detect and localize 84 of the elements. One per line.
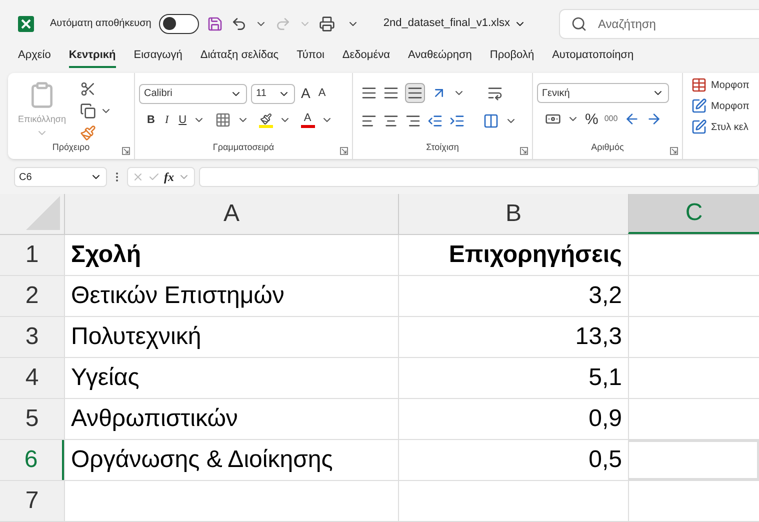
row-header[interactable]: 4 [0, 358, 64, 398]
table-cell-text: Πολυτεχνική [71, 322, 202, 352]
comma-style-button[interactable]: 000 [604, 113, 618, 126]
dialog-launcher-icon[interactable] [340, 146, 348, 155]
table-cell-text: Θετικών Επιστημών [71, 281, 284, 311]
align-middle-icon[interactable] [383, 85, 399, 102]
row-header[interactable]: 6 [0, 440, 64, 480]
underline-button[interactable]: U [178, 112, 187, 129]
search-field[interactable]: Αναζήτηση [559, 8, 759, 39]
group-label: Αριθμός [591, 141, 624, 154]
menu-tab[interactable]: Κεντρική [68, 46, 116, 68]
row-header[interactable]: 2 [0, 276, 64, 316]
table-cell-text: 0,9 [588, 404, 622, 434]
cut-icon[interactable] [80, 81, 96, 98]
menu-tab[interactable]: Αναθεώρηση [408, 46, 472, 68]
font-color-button[interactable]: A [300, 112, 315, 128]
group-label: Γραμματοσειρά [212, 141, 274, 154]
table-cell-text: Ανθρωπιστικών [71, 404, 238, 434]
merge-center-icon[interactable] [483, 113, 499, 130]
edit-icon [691, 119, 707, 136]
wrap-text-icon[interactable] [487, 85, 503, 102]
dialog-launcher-icon[interactable] [520, 146, 528, 155]
table-cell-text: Σχολή [71, 240, 142, 270]
shrink-font-button[interactable]: A [316, 85, 328, 102]
italic-button[interactable]: I [160, 112, 173, 129]
group-label: Στοίχιση [426, 141, 459, 154]
save-icon[interactable] [207, 16, 224, 32]
borders-icon[interactable] [214, 112, 231, 128]
align-center-icon[interactable] [383, 113, 399, 130]
dialog-launcher-icon[interactable] [122, 146, 130, 155]
formula-input[interactable] [199, 167, 759, 188]
search-icon [571, 16, 587, 32]
align-top-icon[interactable] [361, 85, 377, 102]
table-cell-text: Οργάνωσης & Διοίκησης [71, 445, 333, 475]
table-cell-text: Επιχορηγήσεις [448, 240, 622, 270]
decrease-decimal-icon[interactable] [646, 111, 662, 128]
edit-icon [691, 98, 707, 114]
menu-tab[interactable]: Εισαγωγή [134, 46, 182, 68]
number-format-dropdown[interactable]: Γενική [537, 83, 669, 104]
table-cell-text: Υγείας [71, 363, 140, 393]
table-cell-text: 13,3 [575, 322, 622, 352]
increase-decimal-icon[interactable] [624, 111, 640, 128]
row-header[interactable]: 7 [0, 481, 64, 521]
print-preview-icon[interactable] [319, 16, 336, 32]
font-name-dropdown[interactable]: Calibri [139, 84, 247, 104]
align-bottom-button[interactable] [405, 83, 425, 104]
table-cell-text: 0,5 [588, 445, 622, 475]
file-name-button[interactable]: 2nd_dataset_final_v1.xlsx [383, 15, 526, 32]
row-header[interactable]: 5 [0, 399, 64, 439]
copy-icon[interactable] [80, 103, 96, 120]
format-painter-icon[interactable] [80, 125, 96, 142]
undo-icon[interactable] [231, 16, 248, 32]
table-icon [691, 77, 707, 94]
insert-function-button[interactable]: fx [164, 168, 174, 186]
autosave-label: Αυτόματη αποθήκευση [50, 17, 152, 32]
increase-indent-icon[interactable] [449, 113, 465, 130]
menu-tab[interactable]: Αρχείο [18, 46, 51, 68]
row-header[interactable]: 3 [0, 317, 64, 357]
menu-tab[interactable]: Δεδομένα [342, 46, 390, 68]
menu-tab[interactable]: Προβολή [490, 46, 534, 68]
align-left-icon[interactable] [361, 113, 377, 130]
align-right-icon[interactable] [405, 113, 421, 130]
percent-button[interactable]: % [585, 112, 598, 127]
menu-tab[interactable]: Διάταξη σελίδας [200, 46, 279, 68]
group-label: Πρόχειρο [52, 141, 90, 154]
styles-menu-item[interactable]: Μορφοπ [691, 77, 750, 94]
fill-color-icon[interactable] [258, 112, 273, 128]
row-header[interactable]: 1 [0, 235, 64, 275]
excel-logo-icon [18, 16, 34, 32]
font-size-dropdown[interactable]: 11 [251, 84, 295, 104]
table-cell-text: 3,2 [588, 281, 622, 311]
column-header[interactable]: A [64, 194, 398, 234]
styles-menu-item[interactable]: Μορφοπ [691, 98, 750, 114]
menu-tab[interactable]: Αυτοματοποίηση [552, 46, 634, 68]
styles-menu-item[interactable]: Στυλ κελ [691, 119, 750, 136]
grow-font-button[interactable]: A [299, 83, 312, 104]
name-box[interactable]: C6 [14, 167, 107, 188]
menu-tab[interactable]: Τύποι [296, 46, 324, 68]
dialog-launcher-icon[interactable] [670, 146, 678, 155]
decrease-indent-icon[interactable] [427, 113, 443, 130]
autosave-toggle[interactable] [159, 14, 200, 34]
table-cell-text: 5,1 [588, 363, 622, 393]
bold-button[interactable]: B [147, 112, 155, 129]
selected-cell[interactable] [628, 440, 759, 480]
